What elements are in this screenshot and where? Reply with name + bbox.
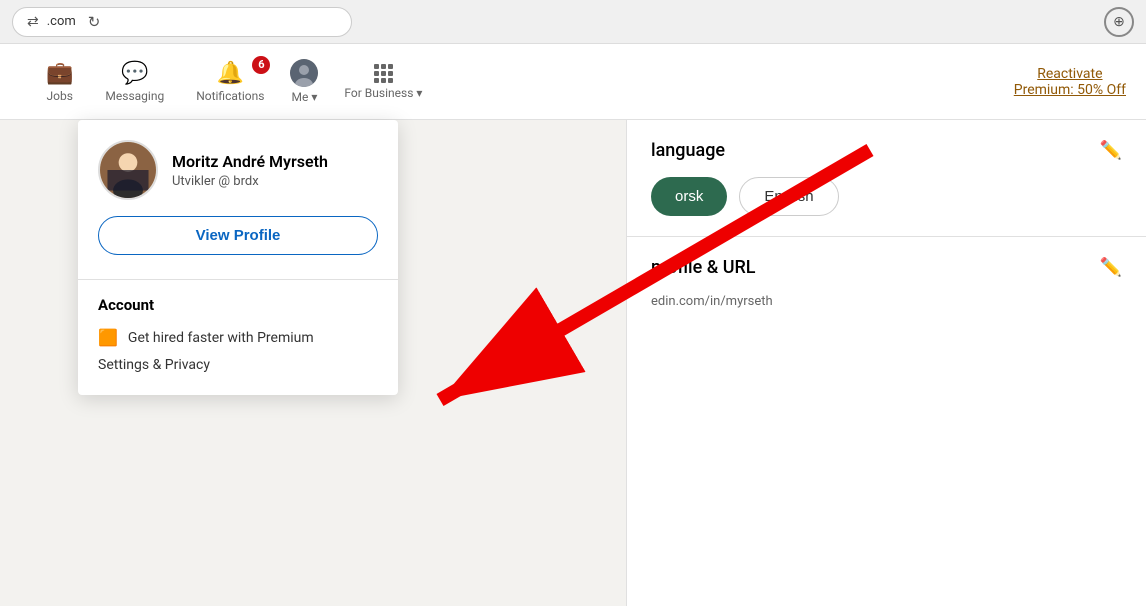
account-title: Account — [98, 296, 378, 314]
notifications-label: Notifications — [196, 89, 264, 103]
view-profile-button[interactable]: View Profile — [98, 216, 378, 255]
profile-url-header: profile & URL ✏️ — [651, 257, 1122, 278]
avatar-image — [290, 59, 318, 87]
jobs-label: Jobs — [47, 89, 73, 103]
reactivate-line1[interactable]: Reactivate — [1014, 66, 1126, 82]
profile-info: Moritz André Myrseth Utvikler @ brdx — [172, 152, 378, 189]
briefcase-icon: 💼 — [46, 61, 73, 86]
profile-name: Moritz André Myrseth — [172, 152, 378, 171]
notification-badge: 6 — [252, 56, 270, 74]
messaging-icon: 💬 — [121, 61, 148, 86]
profile-url-title: profile & URL — [651, 257, 756, 278]
dropdown-menu: Moritz André Myrseth Utvikler @ brdx Vie… — [78, 120, 398, 395]
reactivate-section[interactable]: Reactivate Premium: 50% Off — [1014, 66, 1126, 98]
nav-item-notifications[interactable]: 🔔 6 Notifications — [180, 44, 280, 120]
address-text: .com — [47, 14, 76, 29]
address-bar[interactable]: ⇄ .com ↻ — [12, 7, 352, 37]
profile-avatar — [98, 140, 158, 200]
profile-url-value: edin.com/in/myrseth — [651, 294, 1122, 309]
language-edit-icon[interactable]: ✏️ — [1100, 140, 1122, 161]
language-english-button[interactable]: English — [739, 177, 838, 216]
language-title: language — [651, 140, 725, 161]
bell-icon: 🔔 — [217, 61, 244, 86]
reactivate-line2[interactable]: Premium: 50% Off — [1014, 82, 1126, 98]
nav-item-for-business[interactable]: For Business ▾ — [328, 44, 438, 120]
chevron-down-icon: ▾ — [311, 90, 317, 104]
premium-item[interactable]: 🟧 Get hired faster with Premium — [98, 324, 378, 351]
divider-1 — [78, 279, 398, 280]
browser-bar: ⇄ .com ↻ ⊕ — [0, 0, 1146, 44]
language-section: language ✏️ orsk English — [627, 120, 1146, 237]
account-section: Account 🟧 Get hired faster with Premium … — [78, 288, 398, 387]
main-content: Moritz André Myrseth Utvikler @ brdx Vie… — [0, 120, 1146, 606]
translate-icon: ⇄ — [27, 14, 39, 30]
chevron-down-icon-business: ▾ — [416, 86, 422, 100]
profile-top: Moritz André Myrseth Utvikler @ brdx — [98, 140, 378, 200]
linkedin-nav: 💼 Jobs 💬 Messaging 🔔 6 Notifications Me — [0, 44, 1146, 120]
profile-url-edit-icon[interactable]: ✏️ — [1100, 257, 1122, 278]
download-icon: ⊕ — [1104, 7, 1134, 37]
profile-url-section: profile & URL ✏️ edin.com/in/myrseth — [627, 237, 1146, 329]
grid-icon — [374, 64, 393, 83]
nav-item-messaging[interactable]: 💬 Messaging — [89, 44, 180, 120]
messaging-label: Messaging — [105, 89, 164, 103]
me-label: Me ▾ — [291, 90, 317, 104]
premium-label: Get hired faster with Premium — [128, 330, 314, 346]
for-business-label: For Business ▾ — [344, 86, 422, 100]
language-norsk-button[interactable]: orsk — [651, 177, 727, 216]
premium-icon: 🟧 — [98, 328, 118, 347]
language-options: orsk English — [651, 177, 1122, 216]
settings-item[interactable]: Settings & Privacy — [98, 351, 378, 379]
me-avatar — [290, 59, 318, 87]
profile-section: Moritz André Myrseth Utvikler @ brdx Vie… — [78, 120, 398, 271]
profile-title: Utvikler @ brdx — [172, 174, 378, 189]
right-panel: language ✏️ orsk English profile & URL ✏… — [626, 120, 1146, 606]
nav-item-jobs[interactable]: 💼 Jobs — [30, 44, 89, 120]
reload-icon[interactable]: ↻ — [88, 13, 101, 31]
nav-items: 💼 Jobs 💬 Messaging 🔔 6 Notifications Me — [30, 44, 438, 120]
nav-item-me[interactable]: Me ▾ — [280, 44, 328, 120]
language-section-header: language ✏️ — [651, 140, 1122, 161]
